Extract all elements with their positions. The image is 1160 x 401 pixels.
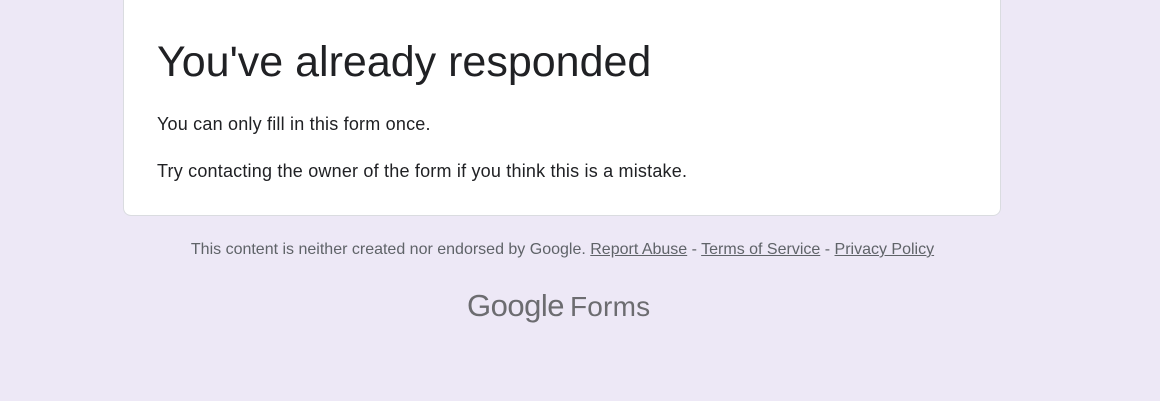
- contact-owner-message: Try contacting the owner of the form if …: [157, 161, 688, 181]
- footer-separator: -: [691, 241, 697, 258]
- google-wordmark: Google: [467, 288, 564, 323]
- once-only-message: You can only fill in this form once.: [157, 114, 431, 134]
- google-forms-logo[interactable]: Google Forms: [467, 288, 650, 328]
- privacy-policy-link[interactable]: Privacy Policy: [835, 241, 935, 258]
- response-card: You've already responded You can only fi…: [123, 0, 1001, 216]
- forms-product-name: Forms: [569, 291, 651, 322]
- footer-disclaimer: This content is neither created nor endo…: [190, 241, 586, 258]
- footer-separator: -: [824, 241, 831, 258]
- terms-of-service-link[interactable]: Terms of Service: [701, 241, 820, 258]
- report-abuse-link[interactable]: Report Abuse: [590, 241, 687, 258]
- page: You've already responded You can only fi…: [0, 0, 1160, 401]
- page-title: You've already responded: [157, 38, 652, 86]
- footer: This content is neither created nor endo…: [0, 240, 1125, 260]
